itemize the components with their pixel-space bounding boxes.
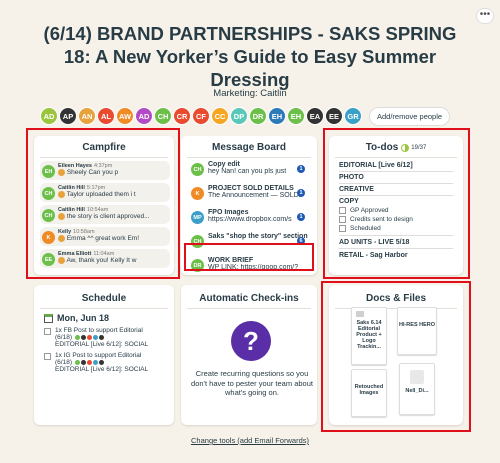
- person-avatar[interactable]: GR: [344, 107, 362, 125]
- post-title: Saks "shop the story" section: [208, 233, 308, 240]
- person-avatar[interactable]: EH: [268, 107, 286, 125]
- person-avatar[interactable]: EH: [287, 107, 305, 125]
- avatar: CH: [191, 163, 204, 176]
- message-board-post[interactable]: K PROJECT SOLD DETAILS The Announcement — …: [191, 185, 313, 207]
- assignee-avatars: [74, 359, 104, 366]
- change-tools-link[interactable]: Change tools (add Email Forwards): [0, 436, 500, 445]
- message-board-post[interactable]: MP FPO Images https://www.dropbox.com/s 1: [191, 209, 313, 231]
- unread-count-badge: 1: [297, 189, 305, 197]
- work-brief-highlight: [184, 243, 314, 271]
- person-avatar[interactable]: AD: [135, 107, 153, 125]
- person-avatar[interactable]: CR: [173, 107, 191, 125]
- todos-highlight: [323, 128, 470, 279]
- message-board-title: Message Board: [212, 142, 286, 153]
- unread-count-badge: 1: [297, 213, 305, 221]
- unread-count-badge: 1: [297, 165, 305, 173]
- post-excerpt: hey Nan! can you pls just: [208, 168, 287, 175]
- post-excerpt: https://www.dropbox.com/s: [208, 216, 292, 223]
- schedule-event[interactable]: 1x FB Post to support Editorial (6/18) E…: [44, 327, 164, 348]
- schedule-card[interactable]: Schedule Mon, Jun 18 1x FB Post to suppo…: [34, 285, 174, 425]
- ellipsis-icon: •••: [479, 9, 491, 20]
- person-avatar[interactable]: CC: [211, 107, 229, 125]
- person-avatar[interactable]: DP: [230, 107, 248, 125]
- person-avatar[interactable]: AD: [40, 107, 58, 125]
- question-icon: ?: [231, 321, 271, 361]
- avatar: MP: [191, 211, 204, 224]
- add-remove-people-button[interactable]: Add/remove people: [369, 106, 451, 126]
- people-row: AD AP AN AL AW AD CH CR CF CC DP DR EH EH EA EE GR Add/re…: [40, 105, 451, 127]
- person-avatar[interactable]: EE: [325, 107, 343, 125]
- event-checkbox[interactable]: [44, 328, 51, 335]
- post-title: Copy edit: [208, 161, 240, 168]
- checkins-title: Automatic Check-ins: [199, 293, 299, 304]
- page-title: (6/14) BRAND PARTNERSHIPS - SAKS SPRING …: [43, 23, 457, 90]
- post-excerpt: The Announcement — SOLD:: [208, 192, 301, 199]
- assignee-avatars: [74, 334, 104, 341]
- campfire-highlight: [26, 128, 180, 279]
- schedule-event[interactable]: 1x IG Post to support Editorial (6/18) E…: [44, 352, 164, 373]
- schedule-title: Schedule: [81, 293, 127, 304]
- person-avatar[interactable]: EA: [306, 107, 324, 125]
- message-board-post[interactable]: CH Copy edit hey Nan! can you pls just 1: [191, 161, 313, 183]
- post-title: FPO Images: [208, 209, 249, 216]
- post-title: PROJECT SOLD DETAILS: [208, 185, 294, 192]
- avatar: K: [191, 187, 204, 200]
- person-avatar[interactable]: CH: [154, 107, 172, 125]
- checkins-card[interactable]: Automatic Check-ins ? Create recurring q…: [181, 285, 317, 425]
- person-avatar[interactable]: AN: [78, 107, 96, 125]
- event-checkbox[interactable]: [44, 353, 51, 360]
- person-avatar[interactable]: AL: [97, 107, 115, 125]
- calendar-icon: [44, 313, 53, 323]
- docs-highlight: [321, 281, 471, 432]
- person-avatar[interactable]: DR: [249, 107, 267, 125]
- checkins-description: Create recurring questions so you don't …: [191, 369, 313, 397]
- person-avatar[interactable]: AW: [116, 107, 134, 125]
- person-avatar[interactable]: AP: [59, 107, 77, 125]
- project-subtitle: Marketing: Caitlin: [213, 88, 287, 99]
- schedule-date: Mon, Jun 18: [44, 313, 164, 323]
- more-options-button[interactable]: •••: [476, 8, 494, 24]
- person-avatar[interactable]: CF: [192, 107, 210, 125]
